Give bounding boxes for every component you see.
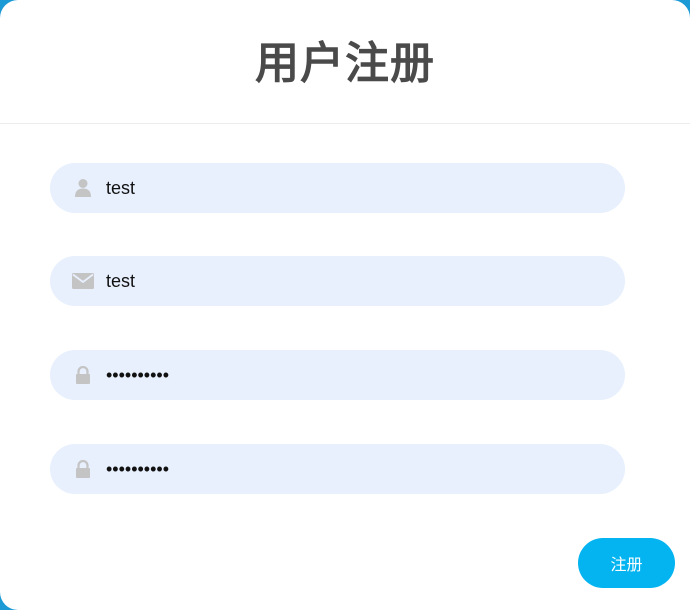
email-field[interactable] — [50, 256, 625, 306]
password-field[interactable] — [50, 350, 625, 400]
email-input[interactable] — [106, 266, 586, 296]
username-input[interactable] — [106, 173, 586, 203]
register-card: 用户注册 test test •••••••••• •••••••••• 注册 — [0, 0, 690, 610]
card-header: 用户注册 — [0, 0, 690, 124]
password-input[interactable] — [106, 360, 586, 390]
user-icon — [72, 177, 94, 199]
page-title: 用户注册 — [255, 37, 435, 89]
envelope-icon — [72, 270, 94, 292]
lock-icon — [72, 364, 94, 386]
username-field[interactable] — [50, 163, 625, 213]
register-button[interactable]: 注册 — [578, 538, 675, 588]
confirm-password-field[interactable] — [50, 444, 625, 494]
lock-icon — [72, 458, 94, 480]
confirm-password-input[interactable] — [106, 454, 586, 484]
